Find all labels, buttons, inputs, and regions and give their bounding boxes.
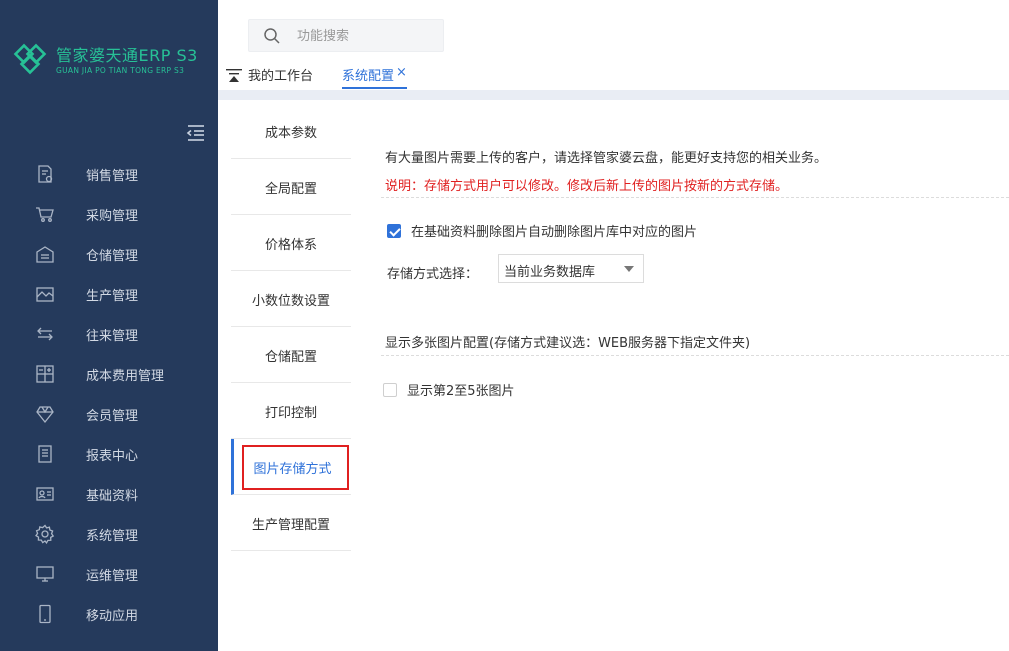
report-icon	[38, 445, 52, 463]
tab-label: 我的工作台	[248, 69, 314, 84]
settings-item-label: 全局配置	[264, 182, 317, 197]
sidebar-item-production[interactable]: 生产管理	[0, 274, 218, 314]
settings-item-production[interactable]: 生产管理配置	[231, 495, 351, 551]
sidebar-item-label: 销售管理	[86, 169, 139, 184]
settings-item-label: 图片存储方式	[253, 462, 332, 477]
sidebar-item-ops[interactable]: 运维管理	[0, 554, 218, 594]
sidebar-item-label: 运维管理	[86, 569, 139, 584]
show-multi-image-checkbox[interactable]	[383, 382, 397, 397]
auto-delete-label: 在基础资料删除图片自动删除图片库中对应的图片	[411, 225, 698, 240]
search-icon	[264, 28, 280, 44]
tab-strip-divider	[218, 90, 1009, 100]
sidebar-item-label: 基础资料	[86, 489, 139, 504]
settings-menu: 成本参数 全局配置 价格体系 小数位数设置 仓储配置 打印控制 图片存储方式 生…	[231, 103, 351, 551]
sidebar-nav: 销售管理 采购管理 仓储管理 生产管理 往来管理 成本费用管理 会员管理 报表中…	[0, 154, 218, 634]
image-storage-panel: 有大量图片需要上传的客户，请选择管家婆云盘，能更好支持您的相关业务。 说明：存储…	[365, 100, 1009, 651]
divider	[381, 197, 1009, 198]
sidebar-item-label: 成本费用管理	[86, 369, 165, 384]
settings-item-warehouse[interactable]: 仓储配置	[231, 327, 351, 383]
exchange-arrows-icon	[37, 327, 53, 341]
settings-item-label: 生产管理配置	[251, 518, 330, 533]
sidebar-item-basic-data[interactable]: 基础资料	[0, 474, 218, 514]
id-card-icon	[36, 487, 54, 501]
show-multi-image-label: 显示第2至5张图片	[407, 384, 515, 399]
settings-item-label: 仓储配置	[264, 350, 317, 365]
settings-item-label: 价格体系	[264, 238, 317, 253]
sidebar-item-label: 仓储管理	[86, 249, 139, 264]
tab-label: 系统配置	[342, 69, 395, 84]
cloud-disk-note: 有大量图片需要上传的客户，请选择管家婆云盘，能更好支持您的相关业务。	[385, 151, 828, 166]
tab-workbench[interactable]: 我的工作台	[226, 65, 313, 84]
sidebar-item-label: 系统管理	[86, 529, 139, 544]
storage-warning: 说明：存储方式用户可以修改。修改后新上传的图片按新的方式存储。	[385, 179, 789, 194]
gear-icon	[35, 524, 55, 544]
auto-delete-checkbox[interactable]	[387, 223, 401, 238]
storage-method-select[interactable]: 当前业务数据库	[498, 254, 644, 283]
factory-icon	[36, 287, 54, 302]
chevron-down-icon	[624, 266, 634, 272]
sidebar-item-sales[interactable]: 销售管理	[0, 154, 218, 194]
settings-item-decimals[interactable]: 小数位数设置	[231, 271, 351, 327]
sidebar-item-purchase[interactable]: 采购管理	[0, 194, 218, 234]
sidebar-item-label: 移动应用	[86, 609, 139, 624]
collapse-sidebar-icon[interactable]	[186, 124, 206, 142]
logo-subtitle: GUAN JIA PO TIAN TONG ERP S3	[56, 66, 185, 75]
diamond-icon	[36, 406, 54, 424]
settings-item-label: 打印控制	[264, 406, 317, 421]
settings-item-cost-params[interactable]: 成本参数	[231, 103, 351, 159]
settings-item-label: 小数位数设置	[251, 294, 330, 309]
sidebar-item-label: 采购管理	[86, 209, 139, 224]
multi-image-section-title: 显示多张图片配置(存储方式建议选：WEB服务器下指定文件夹)	[385, 336, 751, 351]
mobile-icon	[39, 604, 51, 624]
sidebar-item-mobile[interactable]: 移动应用	[0, 594, 218, 634]
storage-method-value: 当前业务数据库	[504, 265, 596, 280]
tab-system-config[interactable]: 系统配置 ×	[342, 65, 407, 89]
sidebar-item-members[interactable]: 会员管理	[0, 394, 218, 434]
settings-item-global[interactable]: 全局配置	[231, 159, 351, 215]
sidebar-item-reports[interactable]: 报表中心	[0, 434, 218, 474]
sales-doc-icon	[38, 165, 53, 183]
show-multi-image-option[interactable]: 显示第2至5张图片	[383, 380, 515, 399]
app-logo[interactable]: 管家婆天通ERP S3 GUAN JIA PO TIAN TONG ERP S3	[12, 40, 212, 80]
sidebar-item-accounts[interactable]: 往来管理	[0, 314, 218, 354]
settings-item-print[interactable]: 打印控制	[231, 383, 351, 439]
settings-item-image-storage[interactable]: 图片存储方式	[231, 439, 351, 495]
monitor-icon	[36, 566, 54, 582]
function-search[interactable]	[248, 19, 444, 52]
logo-diamond-icon	[13, 43, 47, 75]
logo-title: 管家婆天通ERP S3	[56, 46, 198, 65]
auto-delete-option[interactable]: 在基础资料删除图片自动删除图片库中对应的图片	[387, 221, 697, 240]
sidebar-item-system[interactable]: 系统管理	[0, 514, 218, 554]
calculator-icon	[36, 365, 54, 383]
sidebar-item-label: 报表中心	[86, 449, 139, 464]
sidebar-item-label: 会员管理	[86, 409, 139, 424]
sidebar-item-warehouse[interactable]: 仓储管理	[0, 234, 218, 274]
cart-icon	[36, 207, 54, 222]
sidebar: 管家婆天通ERP S3 GUAN JIA PO TIAN TONG ERP S3…	[0, 0, 218, 651]
settings-item-price-system[interactable]: 价格体系	[231, 215, 351, 271]
workbench-icon	[226, 68, 242, 82]
sidebar-item-cost[interactable]: 成本费用管理	[0, 354, 218, 394]
search-input[interactable]	[297, 26, 437, 46]
settings-item-label: 成本参数	[264, 126, 317, 141]
storage-method-label: 存储方式选择：	[387, 267, 479, 282]
warehouse-icon	[36, 246, 54, 263]
sidebar-item-label: 往来管理	[86, 329, 139, 344]
divider	[381, 355, 1009, 356]
tab-bar: 我的工作台 系统配置 ×	[218, 60, 1009, 90]
sidebar-item-label: 生产管理	[86, 289, 139, 304]
close-tab-icon[interactable]: ×	[396, 65, 407, 81]
